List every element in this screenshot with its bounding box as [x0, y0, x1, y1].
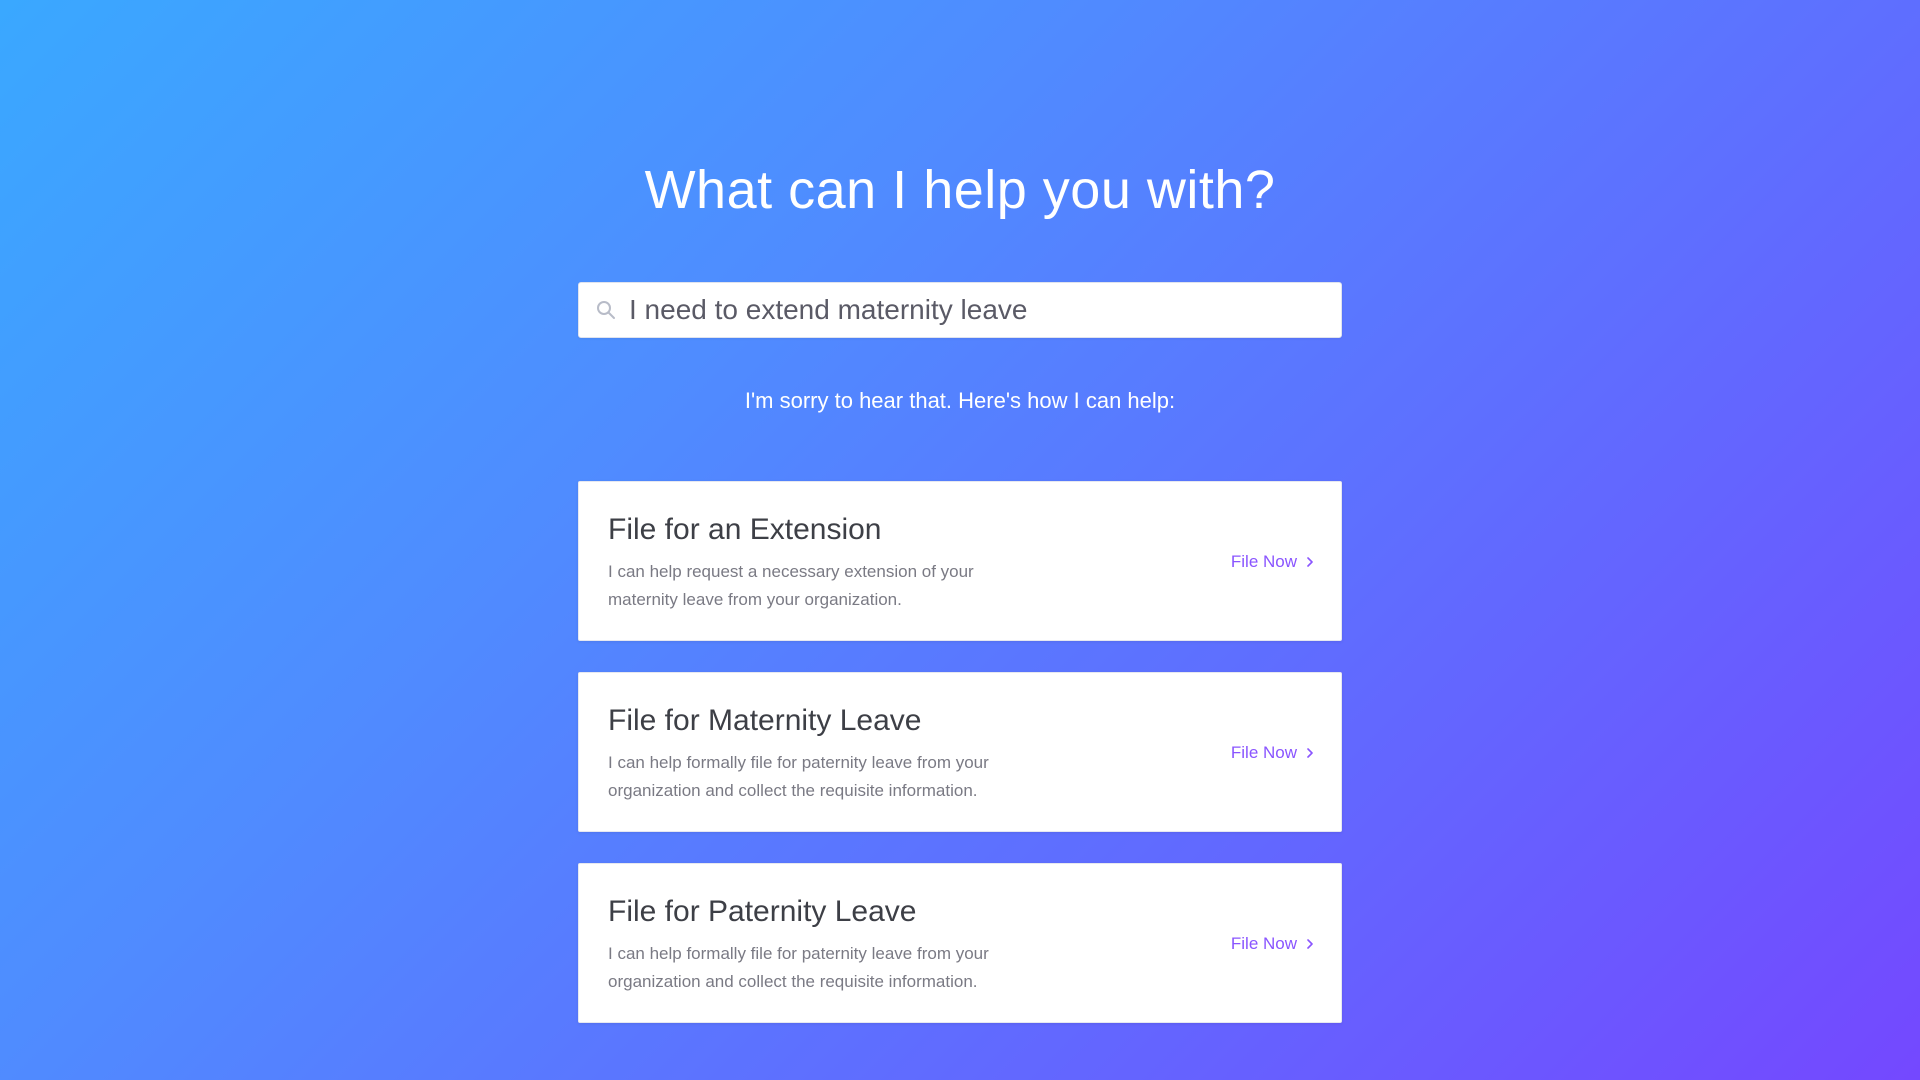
- search-box[interactable]: [578, 282, 1342, 338]
- card-file-paternity[interactable]: File for Paternity Leave I can help form…: [578, 863, 1342, 1023]
- card-file-extension[interactable]: File for an Extension I can help request…: [578, 481, 1342, 641]
- card-file-maternity[interactable]: File for Maternity Leave I can help form…: [578, 672, 1342, 832]
- card-title: File for Paternity Leave: [608, 895, 917, 928]
- card-description: I can help formally file for paternity l…: [608, 944, 989, 991]
- search-icon: [595, 299, 617, 321]
- file-now-label: File Now: [1230, 552, 1297, 571]
- page: What can I help you with? I'm sorry to h…: [0, 0, 1920, 1080]
- file-now-button[interactable]: File Now: [1231, 739, 1315, 767]
- chevron-right-icon: [1307, 748, 1313, 758]
- file-now-button[interactable]: File Now: [1231, 930, 1315, 958]
- file-now-label: File Now: [1230, 934, 1297, 953]
- file-now-label: File Now: [1230, 743, 1297, 762]
- card-description: I can help request a necessary extension…: [608, 562, 974, 609]
- response-message: I'm sorry to hear that. Here's how I can…: [744, 388, 1176, 413]
- card-title: File for Maternity Leave: [608, 704, 922, 737]
- page-title: What can I help you with?: [644, 160, 1276, 220]
- chevron-right-icon: [1307, 557, 1313, 567]
- card-title: File for an Extension: [608, 513, 882, 546]
- chevron-right-icon: [1307, 939, 1313, 949]
- file-now-button[interactable]: File Now: [1231, 548, 1315, 576]
- card-description: I can help formally file for paternity l…: [608, 753, 989, 800]
- search-input[interactable]: [629, 283, 1341, 337]
